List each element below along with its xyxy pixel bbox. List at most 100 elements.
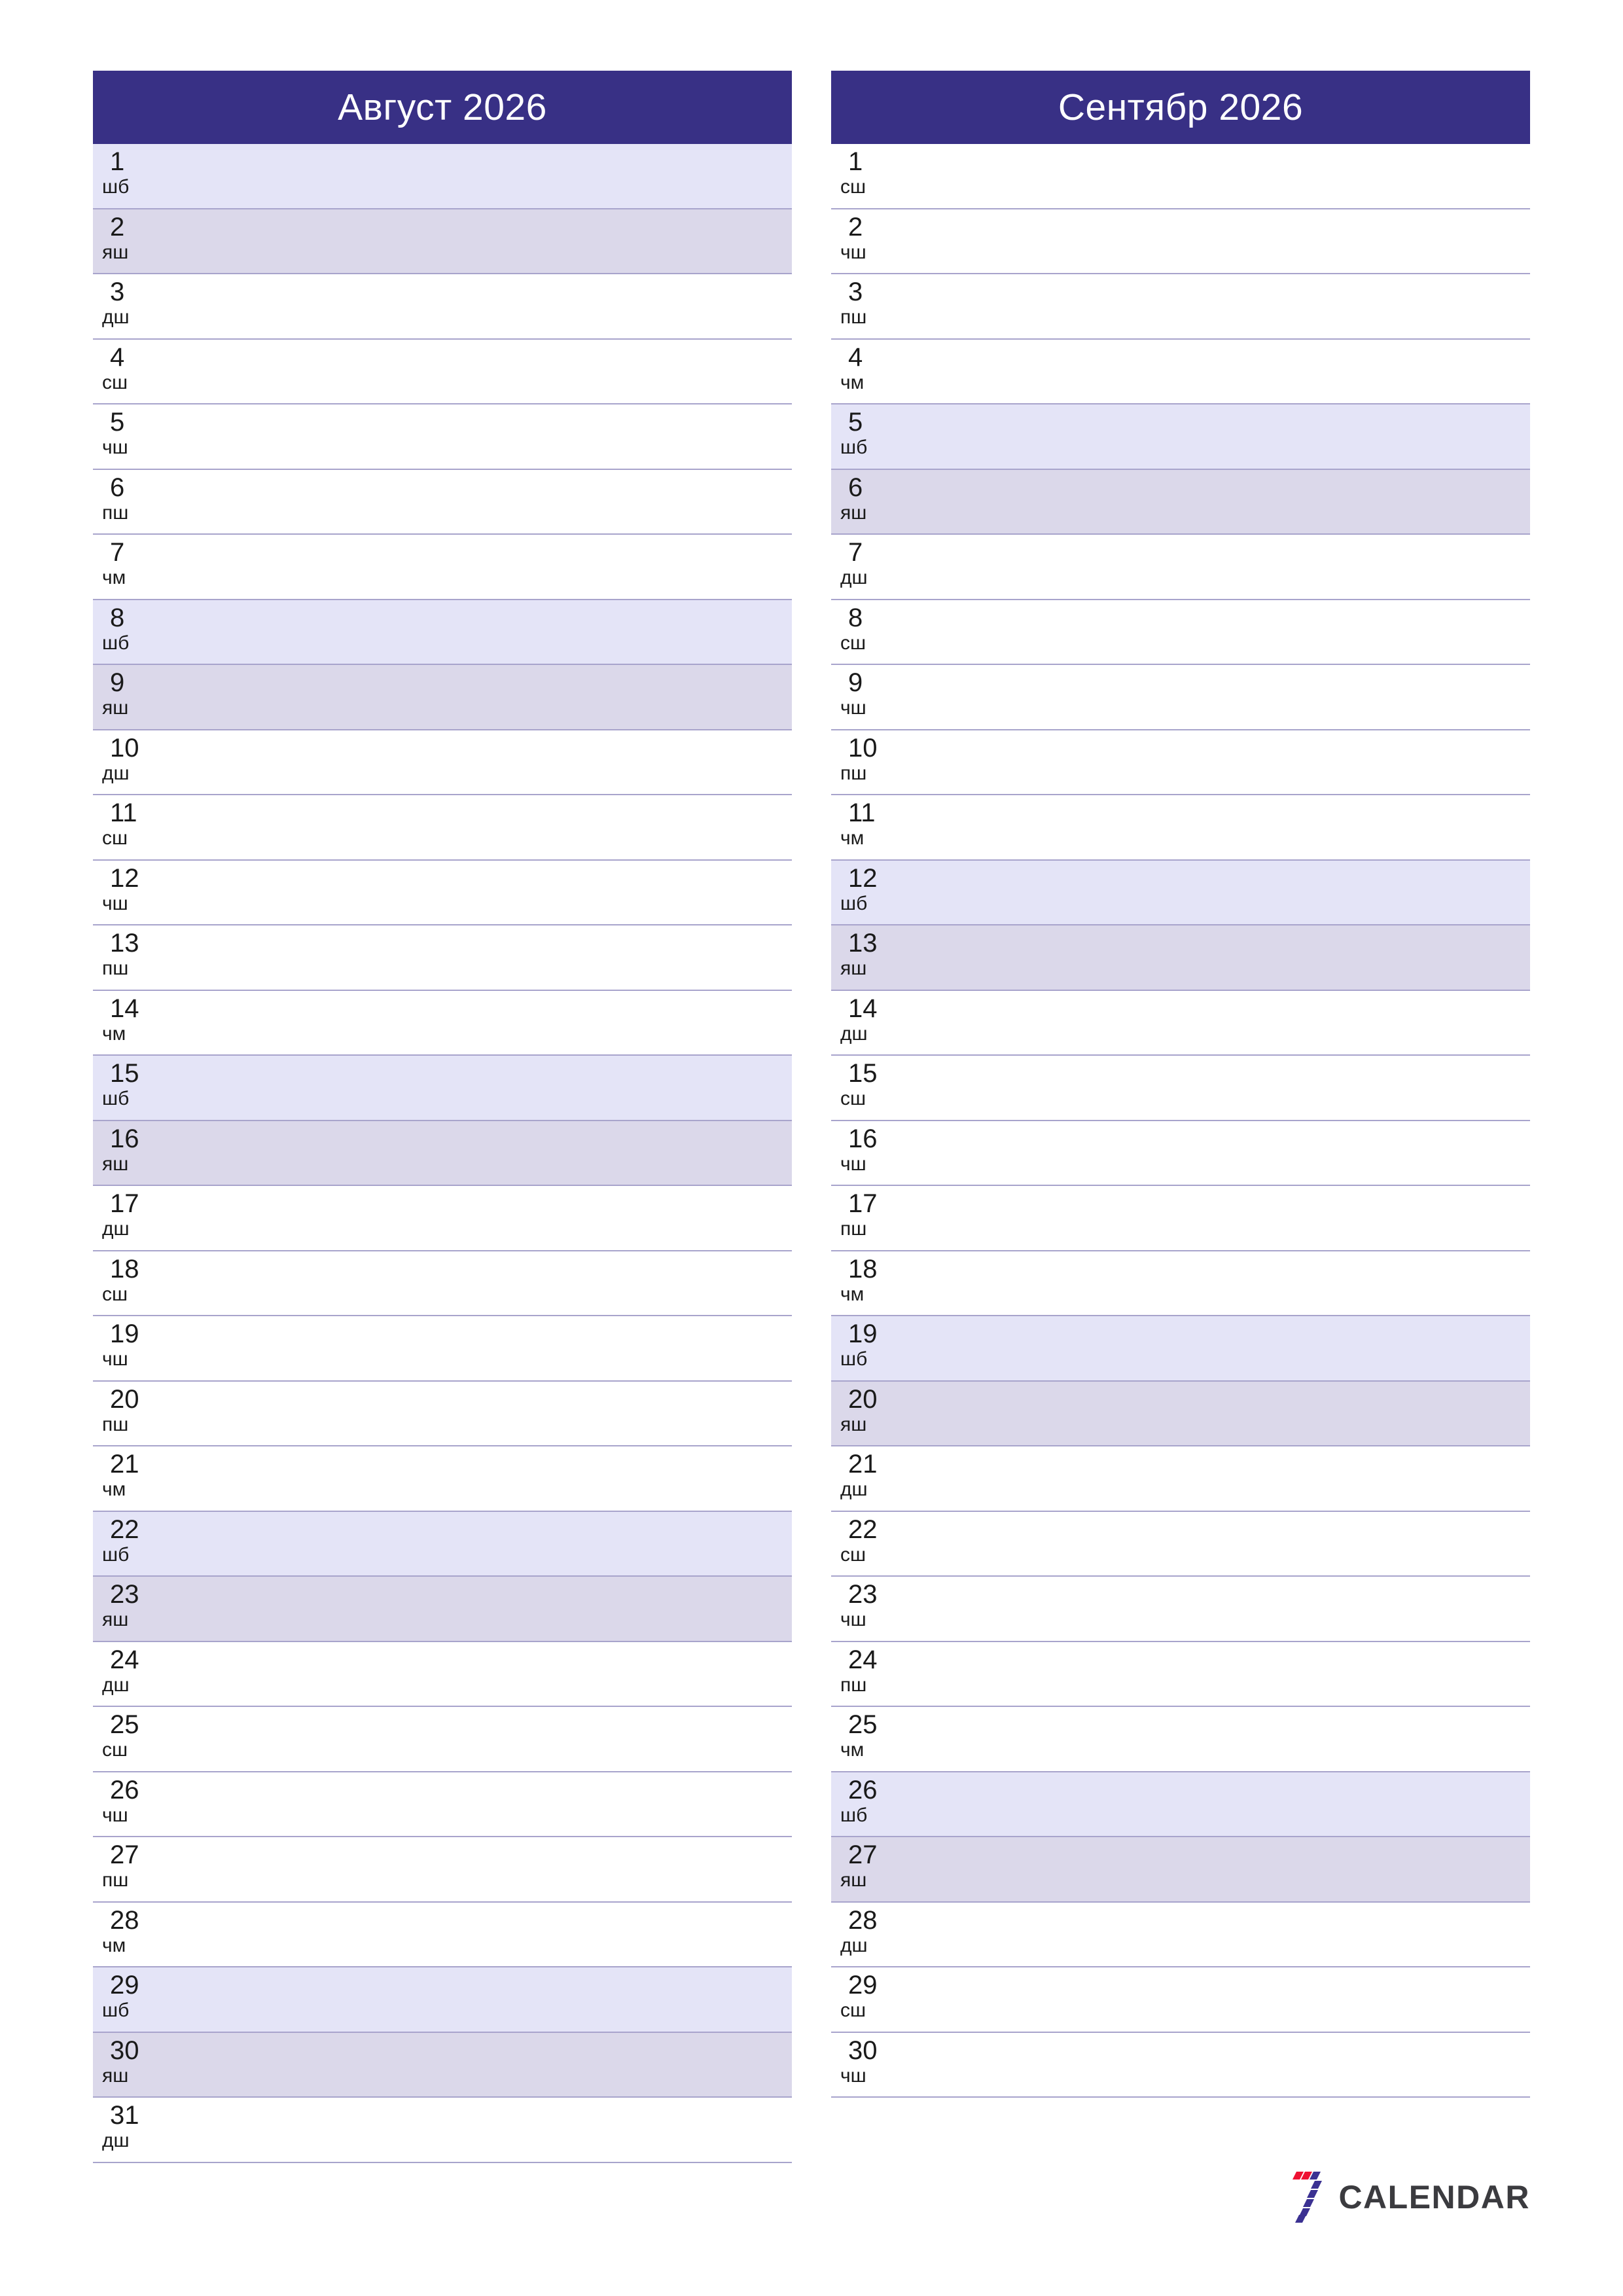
day-row[interactable]: 28 дш xyxy=(831,1902,1530,1967)
day-row[interactable]: 27 пш xyxy=(93,1837,792,1903)
day-row[interactable]: 21 чм xyxy=(93,1446,792,1512)
day-note-area[interactable] xyxy=(949,795,1530,859)
day-note-area[interactable] xyxy=(949,1251,1530,1316)
day-row[interactable]: 2 яш xyxy=(93,209,792,274)
day-note-area[interactable] xyxy=(949,730,1530,795)
day-note-area[interactable] xyxy=(211,665,792,729)
day-row[interactable]: 3 пш xyxy=(831,274,1530,340)
day-row[interactable]: 18 сш xyxy=(93,1251,792,1316)
day-row[interactable]: 13 яш xyxy=(831,925,1530,991)
day-row[interactable]: 3 дш xyxy=(93,274,792,340)
day-row[interactable]: 25 сш xyxy=(93,1707,792,1772)
day-note-area[interactable] xyxy=(949,665,1530,729)
day-row[interactable]: 22 сш xyxy=(831,1511,1530,1577)
day-note-area[interactable] xyxy=(211,861,792,925)
day-row[interactable]: 16 яш xyxy=(93,1121,792,1186)
day-note-area[interactable] xyxy=(211,1903,792,1967)
day-note-area[interactable] xyxy=(211,991,792,1055)
day-note-area[interactable] xyxy=(949,2033,1530,2097)
day-note-area[interactable] xyxy=(949,1056,1530,1120)
day-note-area[interactable] xyxy=(211,925,792,990)
day-row[interactable]: 25 чм xyxy=(831,1707,1530,1772)
day-row[interactable]: 23 яш xyxy=(93,1577,792,1642)
day-note-area[interactable] xyxy=(949,404,1530,469)
day-row[interactable]: 15 шб xyxy=(93,1056,792,1121)
day-note-area[interactable] xyxy=(949,340,1530,404)
day-note-area[interactable] xyxy=(211,1707,792,1771)
day-note-area[interactable] xyxy=(211,1316,792,1380)
day-row[interactable]: 31 дш xyxy=(93,2098,792,2163)
day-row[interactable]: 11 сш xyxy=(93,795,792,861)
day-row[interactable]: 24 пш xyxy=(831,1641,1530,1707)
day-note-area[interactable] xyxy=(949,861,1530,925)
day-row[interactable]: 30 яш xyxy=(93,2032,792,2098)
day-row[interactable]: 27 яш xyxy=(831,1837,1530,1903)
day-note-area[interactable] xyxy=(949,1577,1530,1641)
day-row[interactable]: 30 чш xyxy=(831,2032,1530,2098)
day-note-area[interactable] xyxy=(211,1512,792,1576)
day-note-area[interactable] xyxy=(211,1056,792,1120)
day-row[interactable]: 29 сш xyxy=(831,1967,1530,2033)
day-row[interactable]: 1 сш xyxy=(831,144,1530,209)
day-note-area[interactable] xyxy=(211,730,792,795)
day-row[interactable]: 9 яш xyxy=(93,665,792,730)
day-note-area[interactable] xyxy=(211,1446,792,1511)
day-row[interactable]: 24 дш xyxy=(93,1641,792,1707)
day-note-area[interactable] xyxy=(211,535,792,599)
day-row[interactable]: 6 яш xyxy=(831,469,1530,535)
day-row[interactable]: 28 чм xyxy=(93,1902,792,1967)
day-note-area[interactable] xyxy=(949,1707,1530,1771)
day-row[interactable]: 14 чм xyxy=(93,990,792,1056)
day-row[interactable]: 29 шб xyxy=(93,1967,792,2033)
day-row[interactable]: 13 пш xyxy=(93,925,792,991)
day-row[interactable]: 26 чш xyxy=(93,1772,792,1837)
day-row[interactable]: 7 чм xyxy=(93,535,792,600)
day-note-area[interactable] xyxy=(949,1512,1530,1576)
day-row[interactable]: 19 чш xyxy=(93,1316,792,1382)
day-note-area[interactable] xyxy=(211,1837,792,1901)
day-note-area[interactable] xyxy=(949,1186,1530,1250)
day-note-area[interactable] xyxy=(949,209,1530,274)
day-row[interactable]: 11 чм xyxy=(831,795,1530,861)
day-note-area[interactable] xyxy=(211,470,792,534)
day-row[interactable]: 16 чш xyxy=(831,1121,1530,1186)
day-note-area[interactable] xyxy=(949,1642,1530,1706)
day-row[interactable]: 12 чш xyxy=(93,860,792,925)
day-row[interactable]: 10 пш xyxy=(831,730,1530,795)
day-note-area[interactable] xyxy=(211,795,792,859)
day-note-area[interactable] xyxy=(211,1382,792,1446)
day-row[interactable]: 17 дш xyxy=(93,1186,792,1251)
day-note-area[interactable] xyxy=(949,144,1530,208)
day-note-area[interactable] xyxy=(949,1382,1530,1446)
day-row[interactable]: 12 шб xyxy=(831,860,1530,925)
day-note-area[interactable] xyxy=(949,1316,1530,1380)
day-row[interactable]: 23 чш xyxy=(831,1577,1530,1642)
day-row[interactable]: 17 пш xyxy=(831,1186,1530,1251)
day-note-area[interactable] xyxy=(211,144,792,208)
day-note-area[interactable] xyxy=(949,1772,1530,1837)
day-row[interactable]: 5 чш xyxy=(93,404,792,470)
day-row[interactable]: 18 чм xyxy=(831,1251,1530,1316)
day-note-area[interactable] xyxy=(949,600,1530,664)
day-row[interactable]: 21 дш xyxy=(831,1446,1530,1512)
day-row[interactable]: 5 шб xyxy=(831,404,1530,470)
day-note-area[interactable] xyxy=(949,991,1530,1055)
day-note-area[interactable] xyxy=(211,1967,792,2032)
day-row[interactable]: 4 сш xyxy=(93,339,792,404)
day-note-area[interactable] xyxy=(949,470,1530,534)
day-note-area[interactable] xyxy=(211,600,792,664)
day-note-area[interactable] xyxy=(211,2033,792,2097)
day-note-area[interactable] xyxy=(949,1837,1530,1901)
day-row[interactable]: 7 дш xyxy=(831,535,1530,600)
day-note-area[interactable] xyxy=(211,1577,792,1641)
day-row[interactable]: 8 сш xyxy=(831,600,1530,665)
day-note-area[interactable] xyxy=(211,340,792,404)
day-row[interactable]: 4 чм xyxy=(831,339,1530,404)
day-note-area[interactable] xyxy=(211,2098,792,2162)
day-note-area[interactable] xyxy=(949,274,1530,338)
day-row[interactable]: 20 пш xyxy=(93,1381,792,1446)
day-row[interactable]: 15 сш xyxy=(831,1056,1530,1121)
day-note-area[interactable] xyxy=(211,1772,792,1837)
day-row[interactable]: 20 яш xyxy=(831,1381,1530,1446)
day-note-area[interactable] xyxy=(211,1251,792,1316)
